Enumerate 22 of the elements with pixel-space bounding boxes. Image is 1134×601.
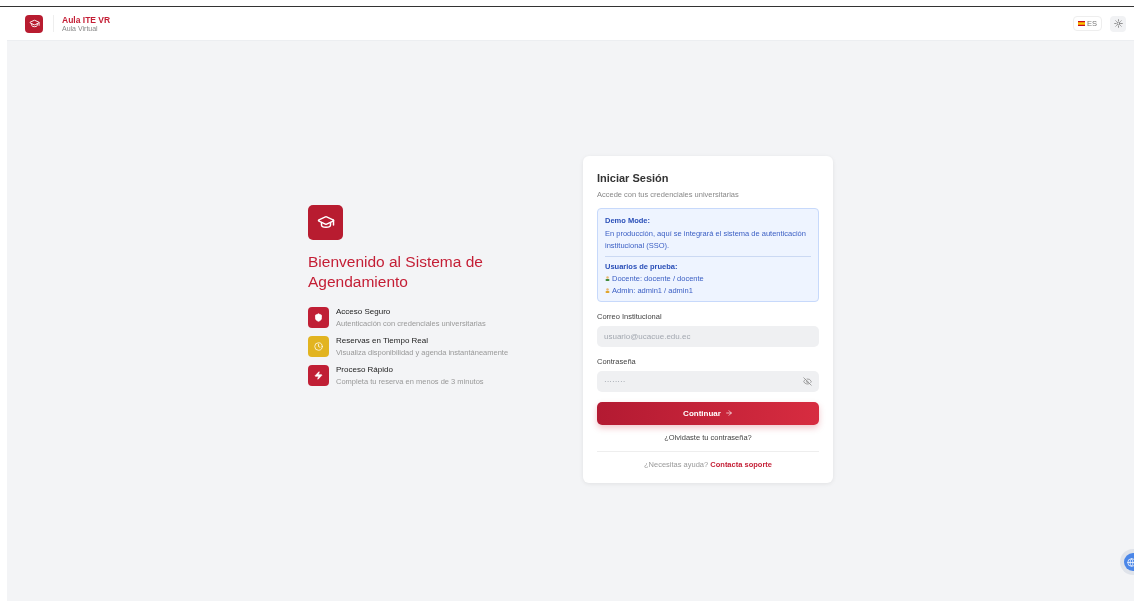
hide-password-icon[interactable] <box>803 376 812 386</box>
person-icon <box>605 287 610 293</box>
logo-icon <box>308 204 343 240</box>
password-field[interactable]: ········ <box>597 370 819 392</box>
person-icon <box>605 275 610 281</box>
feature-title: Acceso Seguro <box>336 307 392 317</box>
feature-title: Proceso Rápido <box>336 365 394 375</box>
feature-title: Reservas en Tiempo Real <box>336 336 430 346</box>
clock-icon <box>314 342 323 352</box>
brand-title: Aula ITE VR <box>62 15 111 25</box>
theme-toggle-button[interactable] <box>1110 15 1126 32</box>
arrow-right-icon <box>724 409 733 418</box>
shield-icon <box>314 313 323 323</box>
globe-icon <box>1127 557 1134 567</box>
flag-icon <box>1078 21 1085 26</box>
lightning-icon <box>314 371 323 381</box>
logo-icon <box>25 14 43 33</box>
welcome-title: Bienvenido al Sistema de Agendamiento <box>308 251 484 292</box>
sun-icon <box>1113 19 1123 28</box>
login-title: Iniciar Sesión <box>597 172 670 185</box>
continue-button[interactable]: Continuar <box>597 401 819 425</box>
email-field[interactable]: usuario@ucacue.edu.ec <box>597 325 819 347</box>
